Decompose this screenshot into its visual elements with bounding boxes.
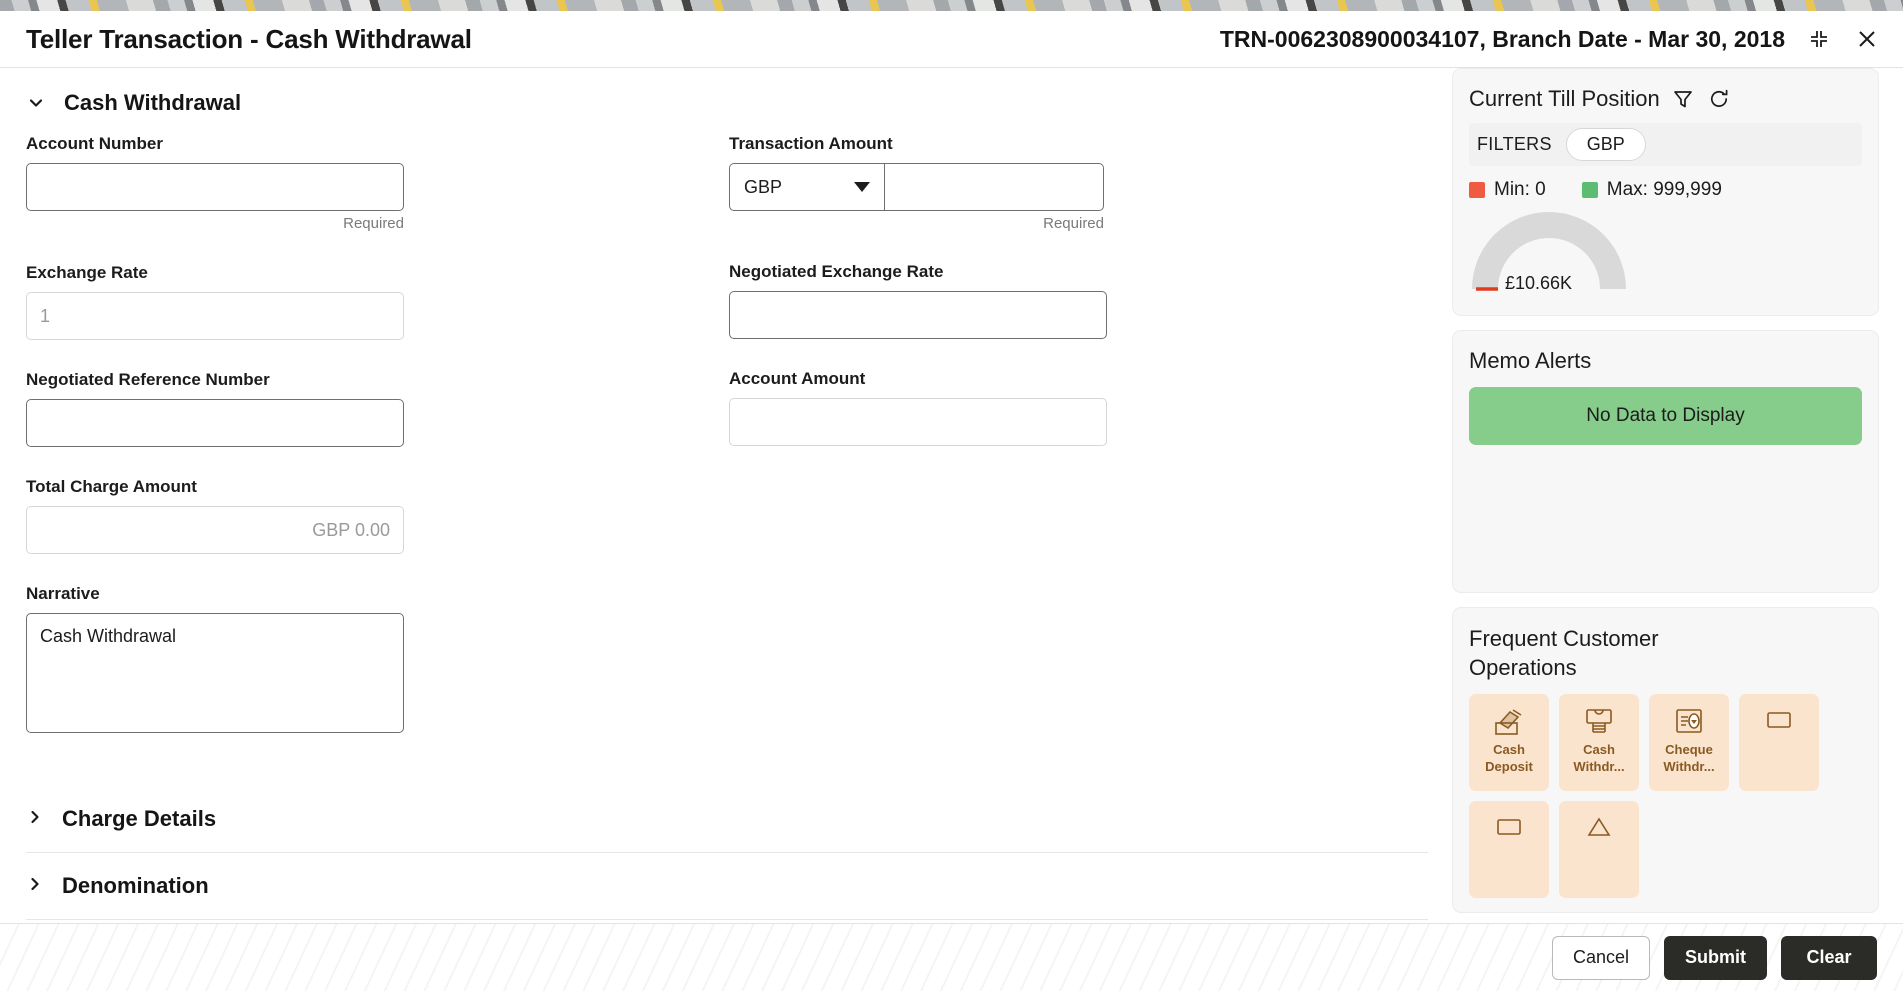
cheque-withdrawal-icon xyxy=(1668,701,1710,741)
cancel-button[interactable]: Cancel xyxy=(1551,935,1650,980)
page-title: Teller Transaction - Cash Withdrawal xyxy=(26,23,472,54)
header-right-group: TRN-0062308900034107, Branch Date - Mar … xyxy=(1220,25,1881,53)
total-charge-amount-label: Total Charge Amount xyxy=(26,477,197,496)
till-position-title: Current Till Position xyxy=(1469,86,1660,111)
refresh-icon[interactable] xyxy=(1706,86,1732,112)
field-exchange-rate: Exchange Rate xyxy=(26,263,729,340)
tile-cheque-withdrawal[interactable]: Cheque Withdr... xyxy=(1649,694,1729,791)
section-charge-details[interactable]: Charge Details xyxy=(0,786,1452,852)
chevron-down-icon[interactable] xyxy=(26,93,46,113)
section-denomination[interactable]: Denomination xyxy=(0,853,1452,919)
form-column-right: Transaction Amount GBP Required Negotiat… xyxy=(729,134,1432,740)
exchange-rate-input[interactable] xyxy=(26,292,404,340)
narrative-textarea[interactable] xyxy=(26,613,404,733)
legend-min: Min: 0 xyxy=(1469,179,1546,201)
legend-max-swatch xyxy=(1581,182,1598,198)
field-narrative: Narrative xyxy=(26,584,729,738)
transaction-amount-label: Transaction Amount xyxy=(729,134,893,153)
widget-current-till-position: Current Till Position FILTERS GBP Min: 0… xyxy=(1452,68,1879,316)
tile-label-line2: Withdr... xyxy=(1573,759,1625,774)
narrative-label: Narrative xyxy=(26,584,100,603)
main-form-column: Cash Withdrawal Account Number Required … xyxy=(0,68,1452,923)
denomination-title: Denomination xyxy=(62,873,209,898)
filter-chip-currency[interactable]: GBP xyxy=(1565,128,1646,161)
tile-label-line1: Cash xyxy=(1583,742,1615,757)
field-total-charge-amount: Total Charge Amount xyxy=(26,477,729,554)
tile-cash-withdrawal[interactable]: Cash Withdr... xyxy=(1559,694,1639,791)
decorative-header-strip xyxy=(0,0,1903,11)
transaction-amount-required-note: Required xyxy=(1043,215,1104,232)
negotiated-reference-number-input[interactable] xyxy=(26,399,404,447)
memo-alerts-title: Memo Alerts xyxy=(1469,348,1592,373)
account-number-required-note: Required xyxy=(343,215,404,232)
tile-label-line2: Withdr... xyxy=(1663,759,1715,774)
exchange-rate-label: Exchange Rate xyxy=(26,263,148,282)
negotiated-reference-number-label: Negotiated Reference Number xyxy=(26,370,270,389)
field-negotiated-reference-number: Negotiated Reference Number xyxy=(26,370,729,447)
transaction-amount-input[interactable] xyxy=(884,163,1104,211)
account-amount-input[interactable] xyxy=(729,398,1107,446)
widget-frequent-customer-operations: Frequent Customer Operations Cash Deposi… xyxy=(1452,607,1879,913)
operation-icon xyxy=(1578,808,1620,848)
collapse-icon[interactable] xyxy=(1805,25,1833,53)
operation-icon xyxy=(1488,808,1530,848)
tile-cash-deposit[interactable]: Cash Deposit xyxy=(1469,694,1549,791)
transaction-amount-row: GBP xyxy=(729,163,1432,211)
window-header: Teller Transaction - Cash Withdrawal TRN… xyxy=(0,11,1903,68)
account-number-label: Account Number xyxy=(26,134,163,153)
frequent-operations-tiles: Cash Deposit Cash Withdr... Cheque Withd… xyxy=(1469,694,1862,898)
total-charge-amount-input[interactable] xyxy=(26,506,404,554)
cash-deposit-icon xyxy=(1488,701,1530,741)
gauge-value-label: £10.66K xyxy=(1505,273,1573,293)
legend-min-label: Min: 0 xyxy=(1494,179,1546,200)
account-amount-label: Account Amount xyxy=(729,369,866,388)
negotiated-exchange-rate-label: Negotiated Exchange Rate xyxy=(729,262,944,281)
cash-withdrawal-icon xyxy=(1578,701,1620,741)
field-negotiated-exchange-rate: Negotiated Exchange Rate xyxy=(729,262,1432,339)
field-account-number: Account Number Required xyxy=(26,134,729,233)
footer-action-bar: Cancel Submit Clear xyxy=(0,923,1903,991)
submit-button[interactable]: Submit xyxy=(1664,935,1767,980)
section-divider-bottom xyxy=(26,919,1428,920)
till-position-gauge: £10.66K xyxy=(1469,209,1862,301)
chevron-right-icon[interactable] xyxy=(26,808,44,831)
section-cash-withdrawal[interactable]: Cash Withdrawal xyxy=(0,68,1452,130)
tile-label-line1: Cash xyxy=(1493,742,1525,757)
frequent-operations-title: Frequent Customer Operations xyxy=(1469,626,1659,680)
operation-icon xyxy=(1758,701,1800,741)
negotiated-exchange-rate-input[interactable] xyxy=(729,291,1107,339)
field-account-amount: Account Amount xyxy=(729,369,1432,446)
form-column-left: Account Number Required Exchange Rate Ne… xyxy=(26,134,729,740)
charge-details-title: Charge Details xyxy=(62,806,217,831)
transaction-currency-select[interactable]: GBP xyxy=(729,163,884,211)
widget-memo-alerts: Memo Alerts No Data to Display xyxy=(1452,330,1879,593)
field-transaction-amount: Transaction Amount GBP Required xyxy=(729,134,1432,232)
gauge-legend: Min: 0 Max: 999,999 xyxy=(1469,179,1862,201)
till-position-header: Current Till Position xyxy=(1469,85,1862,113)
account-number-input[interactable] xyxy=(26,163,404,211)
section-title: Cash Withdrawal xyxy=(64,90,242,115)
tile-label-line1: Cheque xyxy=(1665,742,1713,757)
clear-button[interactable]: Clear xyxy=(1781,935,1877,980)
close-icon[interactable] xyxy=(1853,25,1881,53)
memo-alerts-empty-banner: No Data to Display xyxy=(1469,387,1862,445)
transaction-currency-value: GBP xyxy=(744,176,783,197)
filter-icon[interactable] xyxy=(1670,86,1696,112)
chevron-right-icon[interactable] xyxy=(26,875,44,898)
sidebar-widgets: Current Till Position FILTERS GBP Min: 0… xyxy=(1452,68,1903,923)
content-area: Cash Withdrawal Account Number Required … xyxy=(0,68,1903,923)
legend-max: Max: 999,999 xyxy=(1581,179,1722,201)
legend-max-label: Max: 999,999 xyxy=(1606,179,1722,200)
transaction-reference: TRN-0062308900034107, Branch Date - Mar … xyxy=(1219,25,1785,52)
tile-operation-4[interactable] xyxy=(1739,694,1819,791)
tile-label-line2: Deposit xyxy=(1485,759,1533,774)
legend-min-swatch xyxy=(1469,182,1485,198)
tile-operation-6[interactable] xyxy=(1559,801,1639,898)
form-grid: Account Number Required Exchange Rate Ne… xyxy=(0,130,1452,740)
tile-operation-5[interactable] xyxy=(1469,801,1549,898)
till-filters-row: FILTERS GBP xyxy=(1469,123,1862,166)
filters-label: FILTERS xyxy=(1477,134,1552,154)
chevron-down-icon xyxy=(854,182,870,192)
